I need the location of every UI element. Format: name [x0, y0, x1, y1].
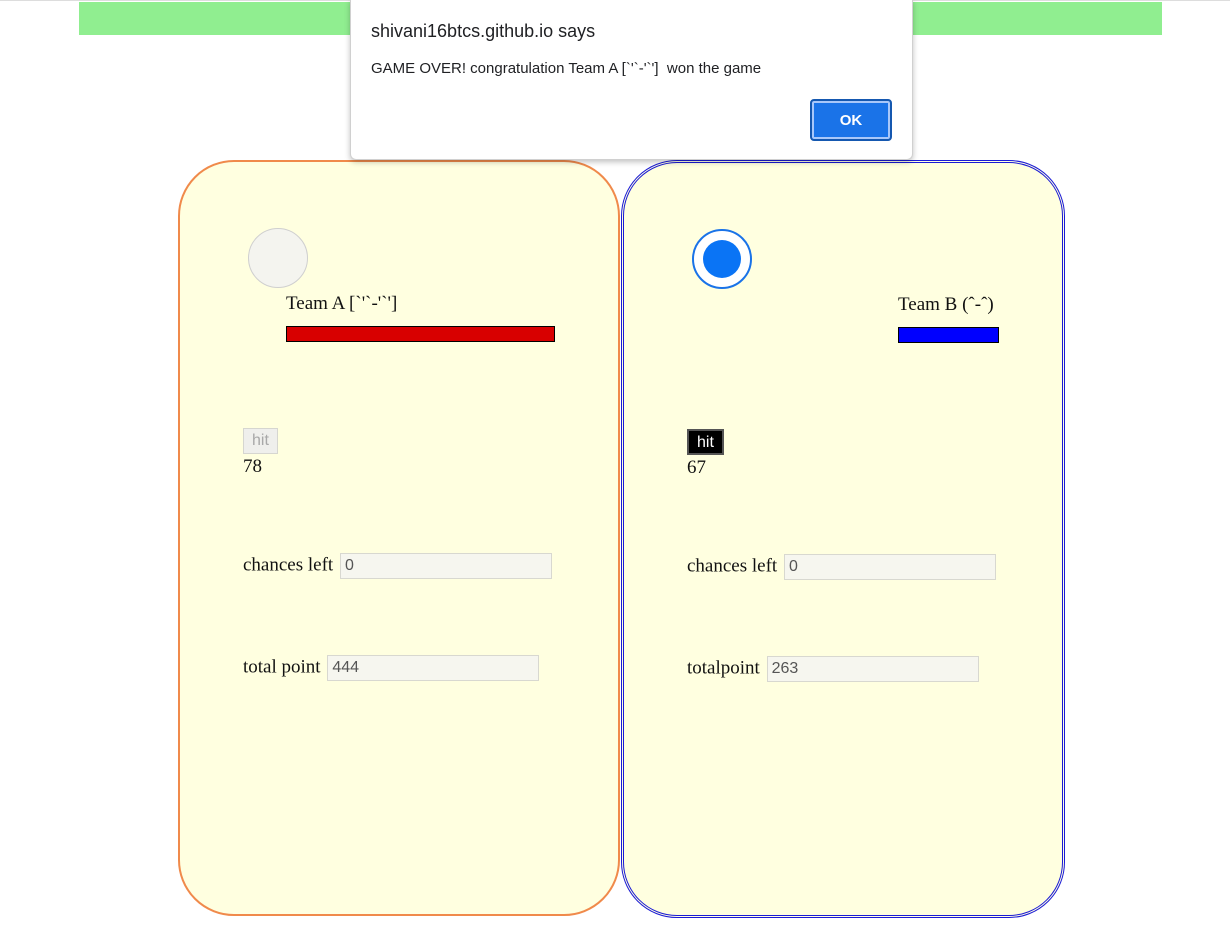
team-a-chances-input[interactable]	[339, 553, 552, 579]
team-a-total-label: total point	[243, 656, 321, 678]
ok-button[interactable]: OK	[810, 99, 892, 141]
team-b-hit-count: 67	[687, 457, 706, 478]
team-b-name: Team B (ˆ-ˆ)	[898, 294, 994, 315]
team-b-total-input[interactable]	[766, 656, 979, 682]
team-b-turn-indicator[interactable]	[692, 229, 752, 289]
alert-dialog: shivani16btcs.github.io says GAME OVER! …	[350, 0, 913, 160]
team-b-total-row: totalpoint	[687, 656, 979, 682]
team-a-total-input[interactable]	[327, 655, 540, 681]
team-b-health-bar	[898, 327, 999, 343]
team-a-name: Team A [`'`-'`']	[286, 293, 398, 314]
team-a-chances-label: chances left	[243, 554, 334, 576]
dialog-title: shivani16btcs.github.io says	[371, 21, 596, 41]
team-b-hit-button[interactable]: hit	[687, 429, 724, 455]
dialog-message: GAME OVER! congratulation Team A [`'`-'`…	[371, 60, 762, 77]
team-a-hit-count: 78	[243, 456, 262, 477]
team-a-total-row: total point	[243, 655, 540, 681]
team-b-total-label: totalpoint	[687, 657, 760, 679]
team-b-panel: Team B (ˆ-ˆ) hit 67 chances left totalpo…	[621, 160, 1065, 918]
team-a-panel: Team A [`'`-'`'] hit 78 chances left tot…	[178, 160, 620, 916]
team-a-turn-indicator[interactable]	[248, 228, 308, 288]
radio-selected-dot	[703, 240, 741, 278]
team-b-chances-input[interactable]	[783, 554, 996, 580]
team-a-health-bar	[286, 326, 555, 342]
team-a-hit-button[interactable]: hit	[243, 428, 278, 454]
team-b-chances-row: chances left	[687, 554, 996, 580]
game-page: Team A [`'`-'`'] hit 78 chances left tot…	[0, 0, 1230, 925]
team-b-chances-label: chances left	[687, 555, 778, 577]
team-a-chances-row: chances left	[243, 553, 552, 579]
